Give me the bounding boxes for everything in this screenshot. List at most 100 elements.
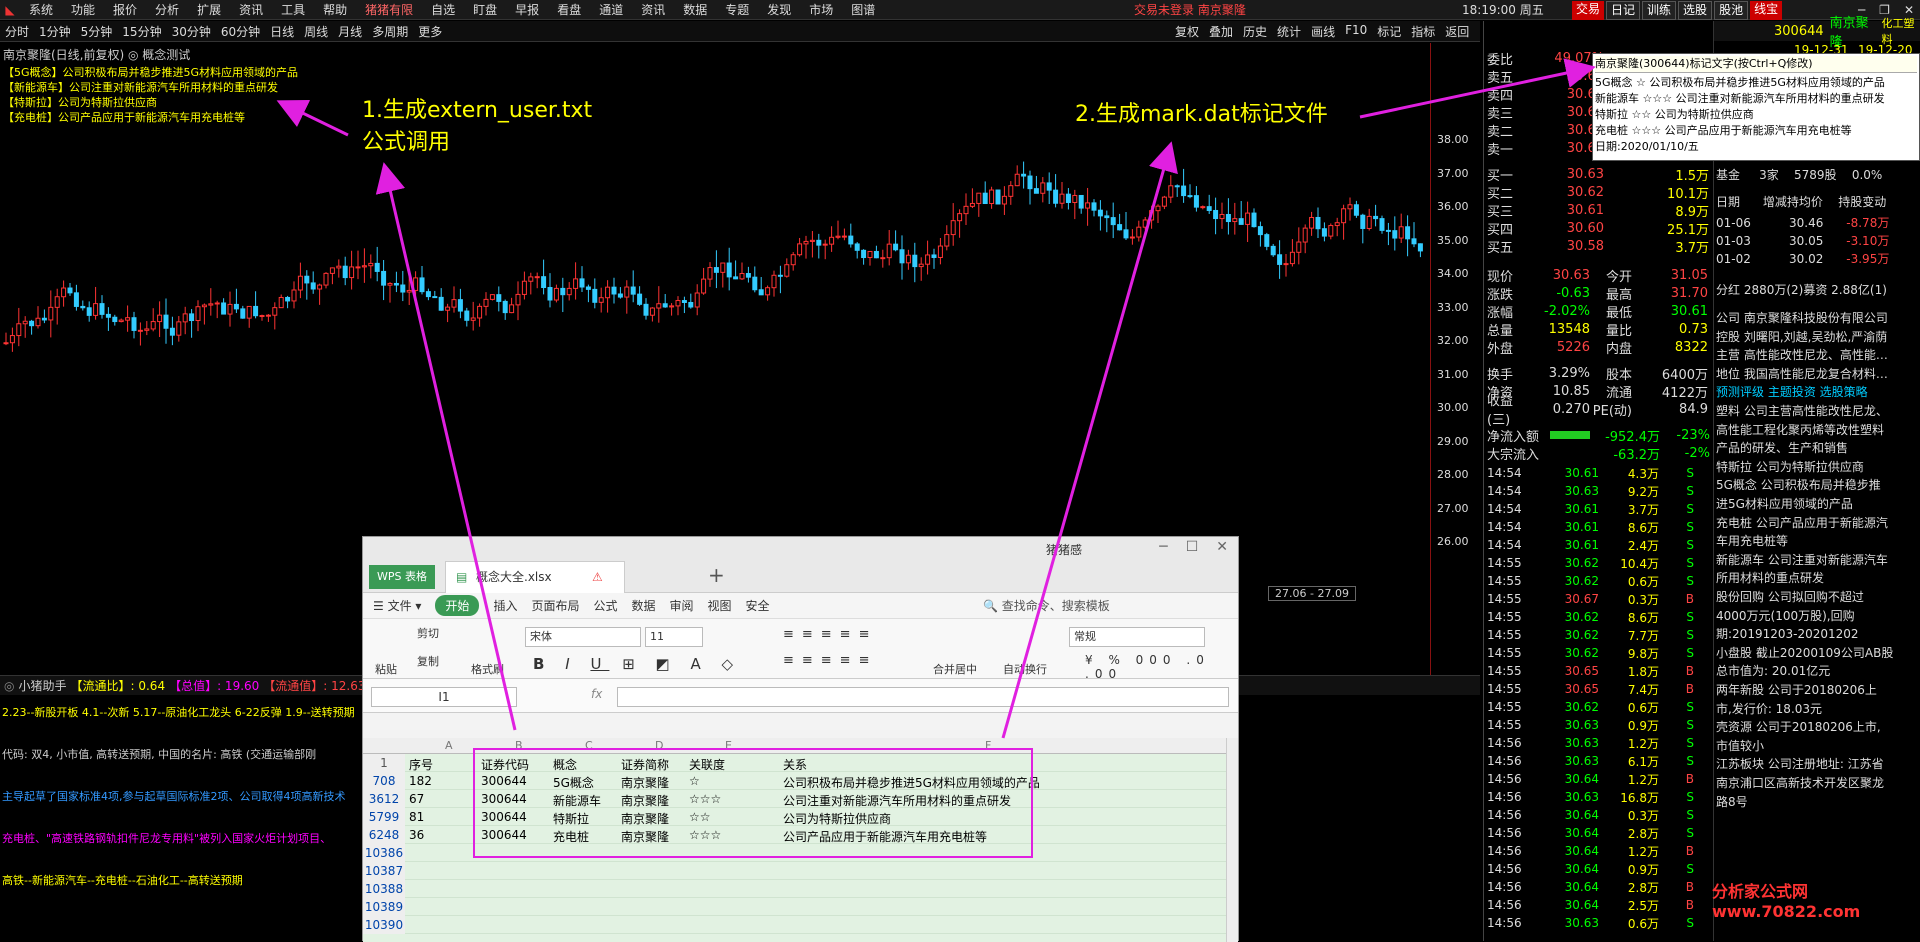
period-tab[interactable]: 更多 (413, 23, 447, 40)
command-search[interactable]: 🔍 查找命令、搜索模板 (983, 597, 1124, 614)
chart-tool-button[interactable]: F10 (1340, 23, 1372, 40)
menu-item[interactable]: 系统 (20, 0, 62, 20)
font-select[interactable]: 宋体 (525, 627, 641, 647)
menu-item[interactable]: 帮助 (314, 0, 356, 20)
chart-tool-button[interactable]: 复权 (1170, 23, 1204, 40)
ribbon-tab[interactable]: 安全 (746, 597, 770, 614)
chart-tool-button[interactable]: 统计 (1272, 23, 1306, 40)
ribbon-tab[interactable]: 开始 (435, 595, 480, 616)
period-tab[interactable]: 15分钟 (117, 23, 166, 40)
menu-item[interactable]: 自选 (422, 0, 464, 20)
cell[interactable]: 81 (409, 810, 424, 824)
wps-app-tab[interactable]: WPS 表格 (369, 565, 435, 589)
format-painter-button[interactable]: 格式刷 (471, 661, 504, 677)
menu-item[interactable]: 资讯 (230, 0, 272, 20)
wps-spreadsheet-window[interactable]: WPS 表格 ▤ 概念大全.xlsx ⚠ + 猪猪感 ─ ☐ ✕ ☰ 文件 ▾ … (362, 536, 1239, 942)
chart-tool-button[interactable]: 返回 (1440, 23, 1474, 40)
wps-minimize-icon[interactable]: ─ (1159, 539, 1167, 555)
cut-button[interactable]: 剪切 (417, 625, 439, 641)
top-button[interactable]: 交易 (1572, 1, 1605, 20)
ribbon-tab[interactable]: 公式 (593, 597, 617, 614)
table-row[interactable]: 10390 (363, 916, 1226, 934)
period-tab[interactable]: 多周期 (367, 23, 413, 40)
menu-item[interactable]: 市场 (800, 0, 842, 20)
file-menu[interactable]: ☰ 文件 ▾ (373, 597, 421, 614)
chart-tool-button[interactable]: 历史 (1238, 23, 1272, 40)
cell[interactable]: 182 (409, 774, 432, 788)
chart-tool-button[interactable]: 指标 (1406, 23, 1440, 40)
ribbon-tab[interactable]: 插入 (493, 597, 517, 614)
period-tab[interactable]: 1分钟 (34, 23, 76, 40)
menu-item[interactable]: 报价 (104, 0, 146, 20)
wps-close-icon[interactable]: ✕ (1216, 539, 1228, 555)
top-button[interactable]: 日记 (1606, 1, 1641, 20)
menu-item[interactable]: 发现 (758, 0, 800, 20)
paste-button[interactable]: 粘贴 (375, 661, 397, 677)
menu-item[interactable]: 看盘 (548, 0, 590, 20)
wps-maximize-icon[interactable]: ☐ (1186, 539, 1199, 555)
period-tab[interactable]: 分时 (0, 23, 34, 40)
menu-item[interactable]: 数据 (674, 0, 716, 20)
row-number[interactable]: 5799 (363, 808, 405, 826)
period-tab[interactable]: 60分钟 (216, 23, 265, 40)
font-size-select[interactable]: 11 (645, 627, 703, 647)
number-format-icons[interactable]: ¥ % 000 .0 .00 (1085, 653, 1238, 681)
formula-input[interactable] (617, 687, 1229, 707)
ribbon-tab[interactable]: 数据 (631, 597, 655, 614)
trade-status[interactable]: 交易未登录 南京聚隆 (1134, 0, 1246, 20)
row-number[interactable]: 10388 (363, 880, 405, 898)
align-icons[interactable]: ≡≡≡≡≡ (783, 627, 877, 642)
format-icons[interactable]: B I U ⊞ ◩ A ◇ (533, 655, 741, 673)
menu-item[interactable]: 分析 (146, 0, 188, 20)
table-row[interactable]: 10389 (363, 898, 1226, 916)
row-number[interactable]: 10390 (363, 916, 405, 934)
row-number[interactable]: 10386 (363, 844, 405, 862)
table-row[interactable]: 10388 (363, 880, 1226, 898)
header-cell[interactable]: 序号 (409, 756, 433, 773)
column-header[interactable]: A (445, 739, 453, 752)
sheet-grid[interactable]: A B C D E F 1 序号 证券代码 概念 证券简称 关联度 关系 708 182 300644 5G概念… (363, 738, 1226, 942)
cell-name-box[interactable]: I1 (371, 687, 517, 707)
cell[interactable]: 67 (409, 792, 424, 806)
info-line[interactable]: 预测评级 主题投资 选股策略 (1716, 383, 1868, 400)
align-icons-2[interactable]: ≡≡≡≡≡ (783, 653, 877, 668)
menu-item[interactable]: 资讯 (632, 0, 674, 20)
wrap-text-button[interactable]: 自动换行 (1003, 661, 1047, 677)
row-number[interactable]: 10387 (363, 862, 405, 880)
top-button[interactable]: 训练 (1642, 1, 1677, 20)
menu-item[interactable]: 通道 (590, 0, 632, 20)
ribbon-tab[interactable]: 视图 (708, 597, 732, 614)
number-format-select[interactable]: 常规 (1069, 627, 1205, 647)
menu-item[interactable]: 扩展 (188, 0, 230, 20)
vertical-scrollbar[interactable] (1226, 738, 1238, 942)
period-tab[interactable]: 周线 (299, 23, 333, 40)
top-button[interactable]: 线宝 (1750, 1, 1783, 20)
menu-item[interactable]: 猪猪有限 (356, 0, 422, 20)
top-button[interactable]: 选股 (1678, 1, 1713, 20)
row-number[interactable]: 3612 (363, 790, 405, 808)
menu-item[interactable]: 功能 (62, 0, 104, 20)
menu-item[interactable]: 专题 (716, 0, 758, 20)
ribbon-tab[interactable]: 页面布局 (531, 597, 579, 614)
period-tab[interactable]: 月线 (333, 23, 367, 40)
new-tab-icon[interactable]: + (708, 563, 725, 587)
merge-center-button[interactable]: 合并居中 (933, 661, 977, 677)
period-tab[interactable]: 5分钟 (76, 23, 118, 40)
period-tab[interactable]: 30分钟 (167, 23, 216, 40)
wps-file-tab[interactable]: ▤ 概念大全.xlsx ⚠ (445, 561, 625, 593)
period-tab[interactable]: 日线 (265, 23, 299, 40)
menu-item[interactable]: 图谱 (842, 0, 884, 20)
top-button[interactable]: 股池 (1714, 1, 1749, 20)
table-row[interactable]: 10387 (363, 862, 1226, 880)
copy-button[interactable]: 复制 (417, 653, 439, 669)
menu-item[interactable]: 盯盘 (464, 0, 506, 20)
menu-item[interactable]: 早报 (506, 0, 548, 20)
row-number[interactable]: 10389 (363, 898, 405, 916)
row-number[interactable]: 708 (363, 772, 405, 790)
wps-user[interactable]: 猪猪感 (1046, 541, 1082, 558)
chart-tool-button[interactable]: 画线 (1306, 23, 1340, 40)
menu-item[interactable]: 工具 (272, 0, 314, 20)
cell[interactable]: 36 (409, 828, 424, 842)
row-number[interactable]: 6248 (363, 826, 405, 844)
chart-tool-button[interactable]: 标记 (1372, 23, 1406, 40)
